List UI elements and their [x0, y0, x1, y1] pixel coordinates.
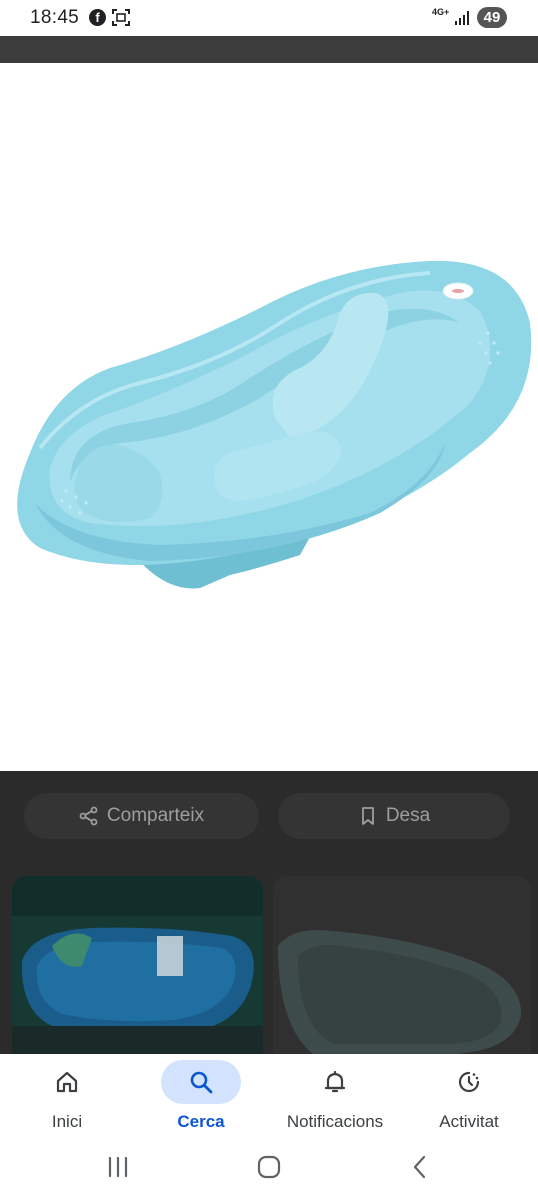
save-button[interactable]: Desa — [278, 793, 510, 839]
nav-pill — [429, 1060, 509, 1104]
facebook-icon: f — [89, 9, 106, 26]
nav-label: Inici — [51, 1112, 83, 1131]
save-label: Desa — [385, 805, 431, 826]
home-icon — [56, 1071, 78, 1093]
results-overlay: Comparteix Desa — [0, 771, 538, 1054]
nav-label: Cerca — [177, 1112, 225, 1131]
nav-pill — [27, 1060, 107, 1104]
nav-item-inici[interactable]: Inici — [0, 1054, 134, 1140]
recents-icon — [108, 1156, 128, 1178]
back-button[interactable] — [400, 1152, 440, 1182]
gray-tub-thumbnail-image — [273, 876, 531, 1054]
home-circle-icon — [257, 1155, 281, 1179]
recents-button[interactable] — [98, 1152, 138, 1182]
image-viewer[interactable] — [0, 63, 538, 771]
share-label: Comparteix — [106, 805, 205, 826]
battery-icon: 49 — [477, 7, 507, 28]
status-time: 18:45 — [30, 7, 80, 28]
activity-icon — [458, 1071, 480, 1093]
bell-icon — [324, 1070, 346, 1093]
share-button[interactable]: Comparteix — [24, 793, 259, 839]
network-label: 4G+ — [432, 7, 450, 17]
nav-item-activitat[interactable]: Activitat — [402, 1054, 536, 1140]
search-icon — [190, 1071, 213, 1094]
bath-tub-image[interactable] — [0, 183, 538, 603]
nav-pill — [295, 1060, 375, 1104]
nav-label: Notificacions — [286, 1112, 384, 1131]
nav-item-notificacions[interactable]: Notificacions — [268, 1054, 402, 1140]
result-thumbnail[interactable] — [12, 876, 263, 1054]
system-navigation-bar — [0, 1140, 538, 1200]
nav-label: Activitat — [439, 1112, 499, 1131]
share-icon — [79, 806, 98, 826]
blue-tub-thumbnail-image — [12, 876, 263, 1054]
result-thumbnail[interactable] — [273, 876, 531, 1054]
nav-pill-active — [161, 1060, 241, 1104]
status-bar: 18:45 f 4G+ 49 — [0, 0, 538, 36]
signal-icon — [455, 11, 469, 25]
screenshot-icon — [112, 9, 130, 26]
back-icon — [413, 1155, 426, 1179]
home-button[interactable] — [249, 1152, 289, 1182]
nav-item-cerca[interactable]: Cerca — [134, 1054, 268, 1140]
top-bar-overlay — [0, 36, 538, 63]
bottom-navigation: Inici Cerca Notificacions Activitat — [0, 1054, 538, 1140]
bookmark-icon — [361, 807, 374, 825]
